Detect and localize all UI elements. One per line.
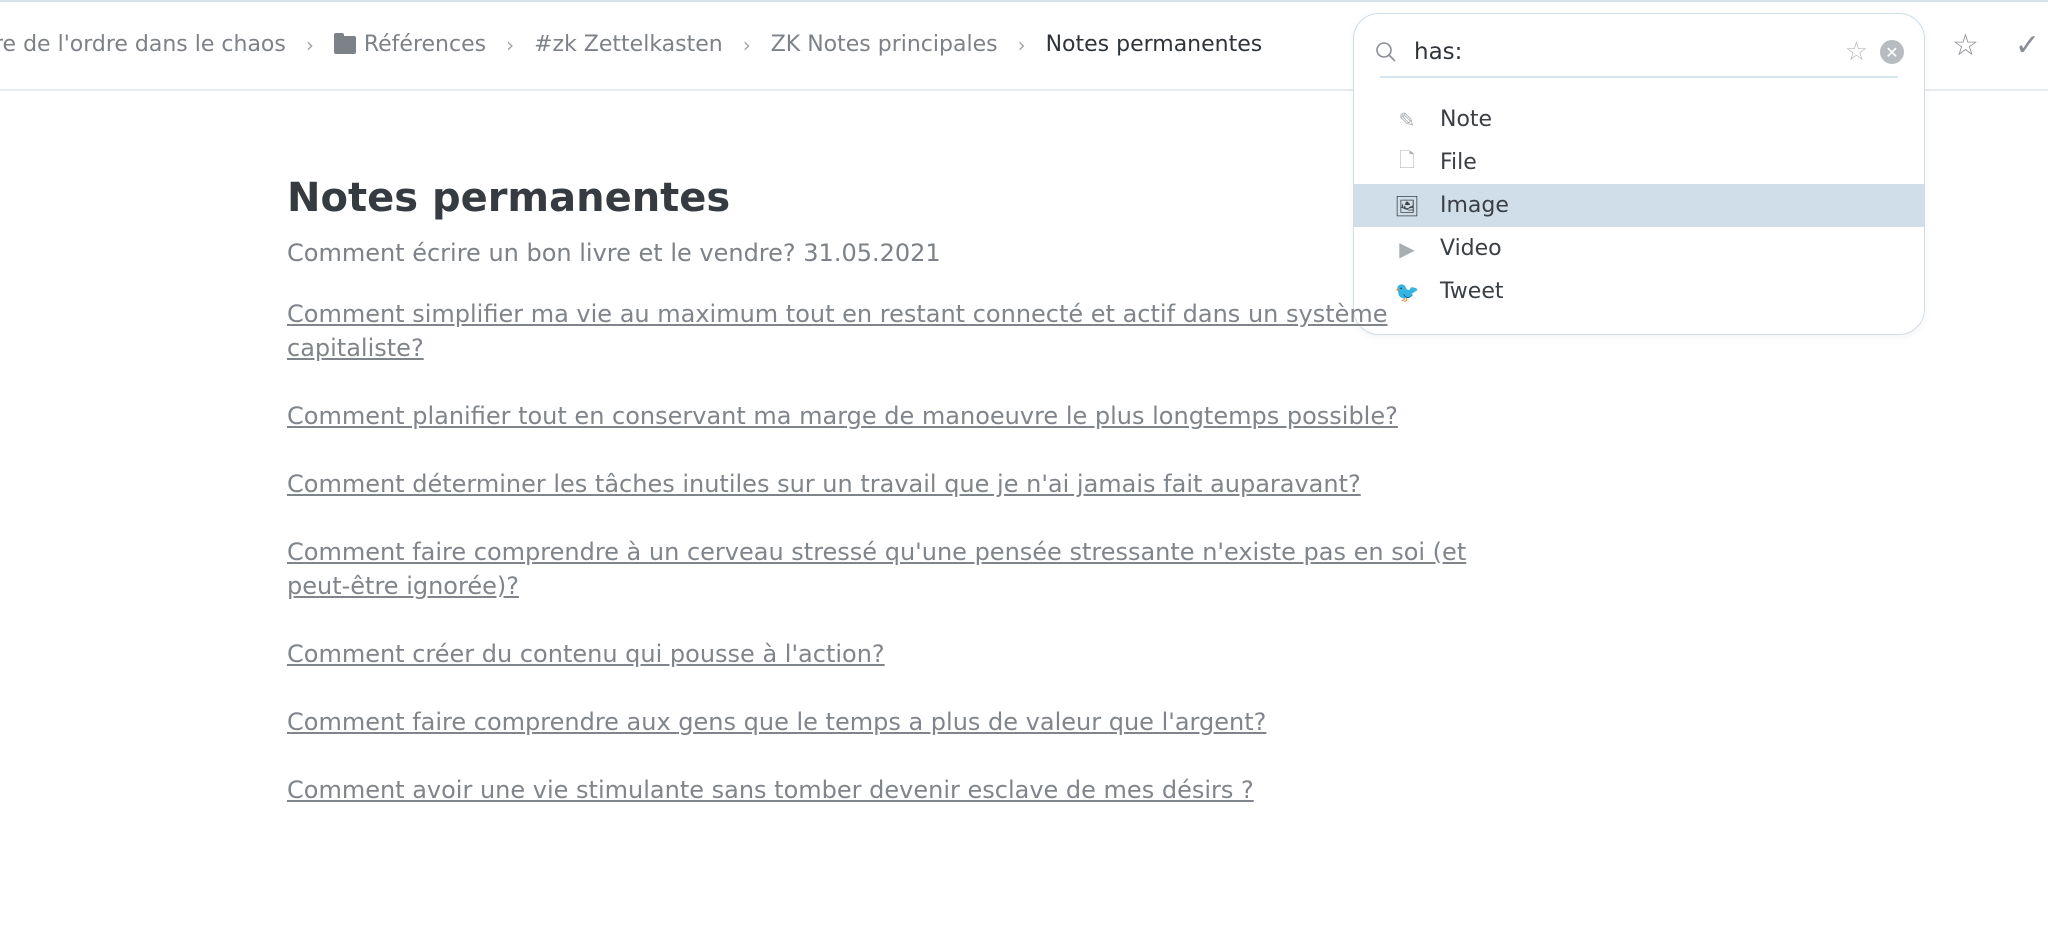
note-link[interactable]: Comment planifier tout en conservant ma … (287, 399, 1487, 433)
breadcrumb: re de l'ordre dans le chaos › Références… (0, 32, 1262, 57)
breadcrumb-label: Références (363, 32, 487, 57)
note-link[interactable]: Comment simplifier ma vie au maximum tou… (287, 297, 1487, 365)
star-icon[interactable]: ☆ (1845, 37, 1868, 67)
breadcrumb-label: #zk Zettelkasten (534, 32, 723, 57)
chevron-right-icon: › (742, 32, 751, 57)
note-subtitle: Comment écrire un bon livre et le vendre… (287, 239, 941, 267)
note-link[interactable]: Comment faire comprendre à un cerveau st… (287, 535, 1487, 603)
note-link[interactable]: Comment déterminer les tâches inutiles s… (287, 467, 1487, 501)
breadcrumb-label: Notes permanentes (1045, 32, 1263, 57)
breadcrumb-item[interactable]: Références (333, 32, 487, 57)
check-icon[interactable]: ✓ (2015, 28, 2040, 63)
star-icon[interactable]: ☆ (1952, 28, 1979, 63)
chevron-right-icon: › (1017, 32, 1026, 57)
breadcrumb-label: re de l'ordre dans le chaos (0, 32, 286, 57)
chevron-right-icon: › (506, 32, 515, 57)
suggestion-label: Note (1440, 107, 1493, 132)
breadcrumb-item[interactable]: ZK Notes principales (771, 32, 998, 57)
suggestion-label: File (1440, 150, 1477, 175)
breadcrumb-item[interactable]: re de l'ordre dans le chaos (0, 32, 286, 57)
breadcrumb-label: ZK Notes principales (770, 32, 998, 57)
note-link[interactable]: Comment créer du contenu qui pousse à l'… (287, 637, 1487, 671)
clear-icon[interactable]: ✕ (1880, 40, 1904, 64)
breadcrumb-current: Notes permanentes (1046, 32, 1263, 57)
pencil-icon: ✎ (1398, 107, 1416, 132)
page-title: Notes permanentes (287, 175, 731, 221)
chevron-right-icon: › (305, 32, 314, 57)
note-content: Notes permanentes Comment écrire un bon … (287, 175, 1587, 841)
search-input[interactable] (1412, 38, 1835, 66)
search-icon (1376, 42, 1396, 62)
suggestion-note[interactable]: ✎ Note (1354, 98, 1924, 141)
note-link[interactable]: Comment faire comprendre aux gens que le… (287, 705, 1487, 739)
folder-icon (333, 32, 356, 54)
divider (1380, 76, 1898, 78)
breadcrumb-item[interactable]: #zk Zettelkasten (534, 32, 723, 57)
note-link[interactable]: Comment avoir une vie stimulante sans to… (287, 773, 1487, 807)
